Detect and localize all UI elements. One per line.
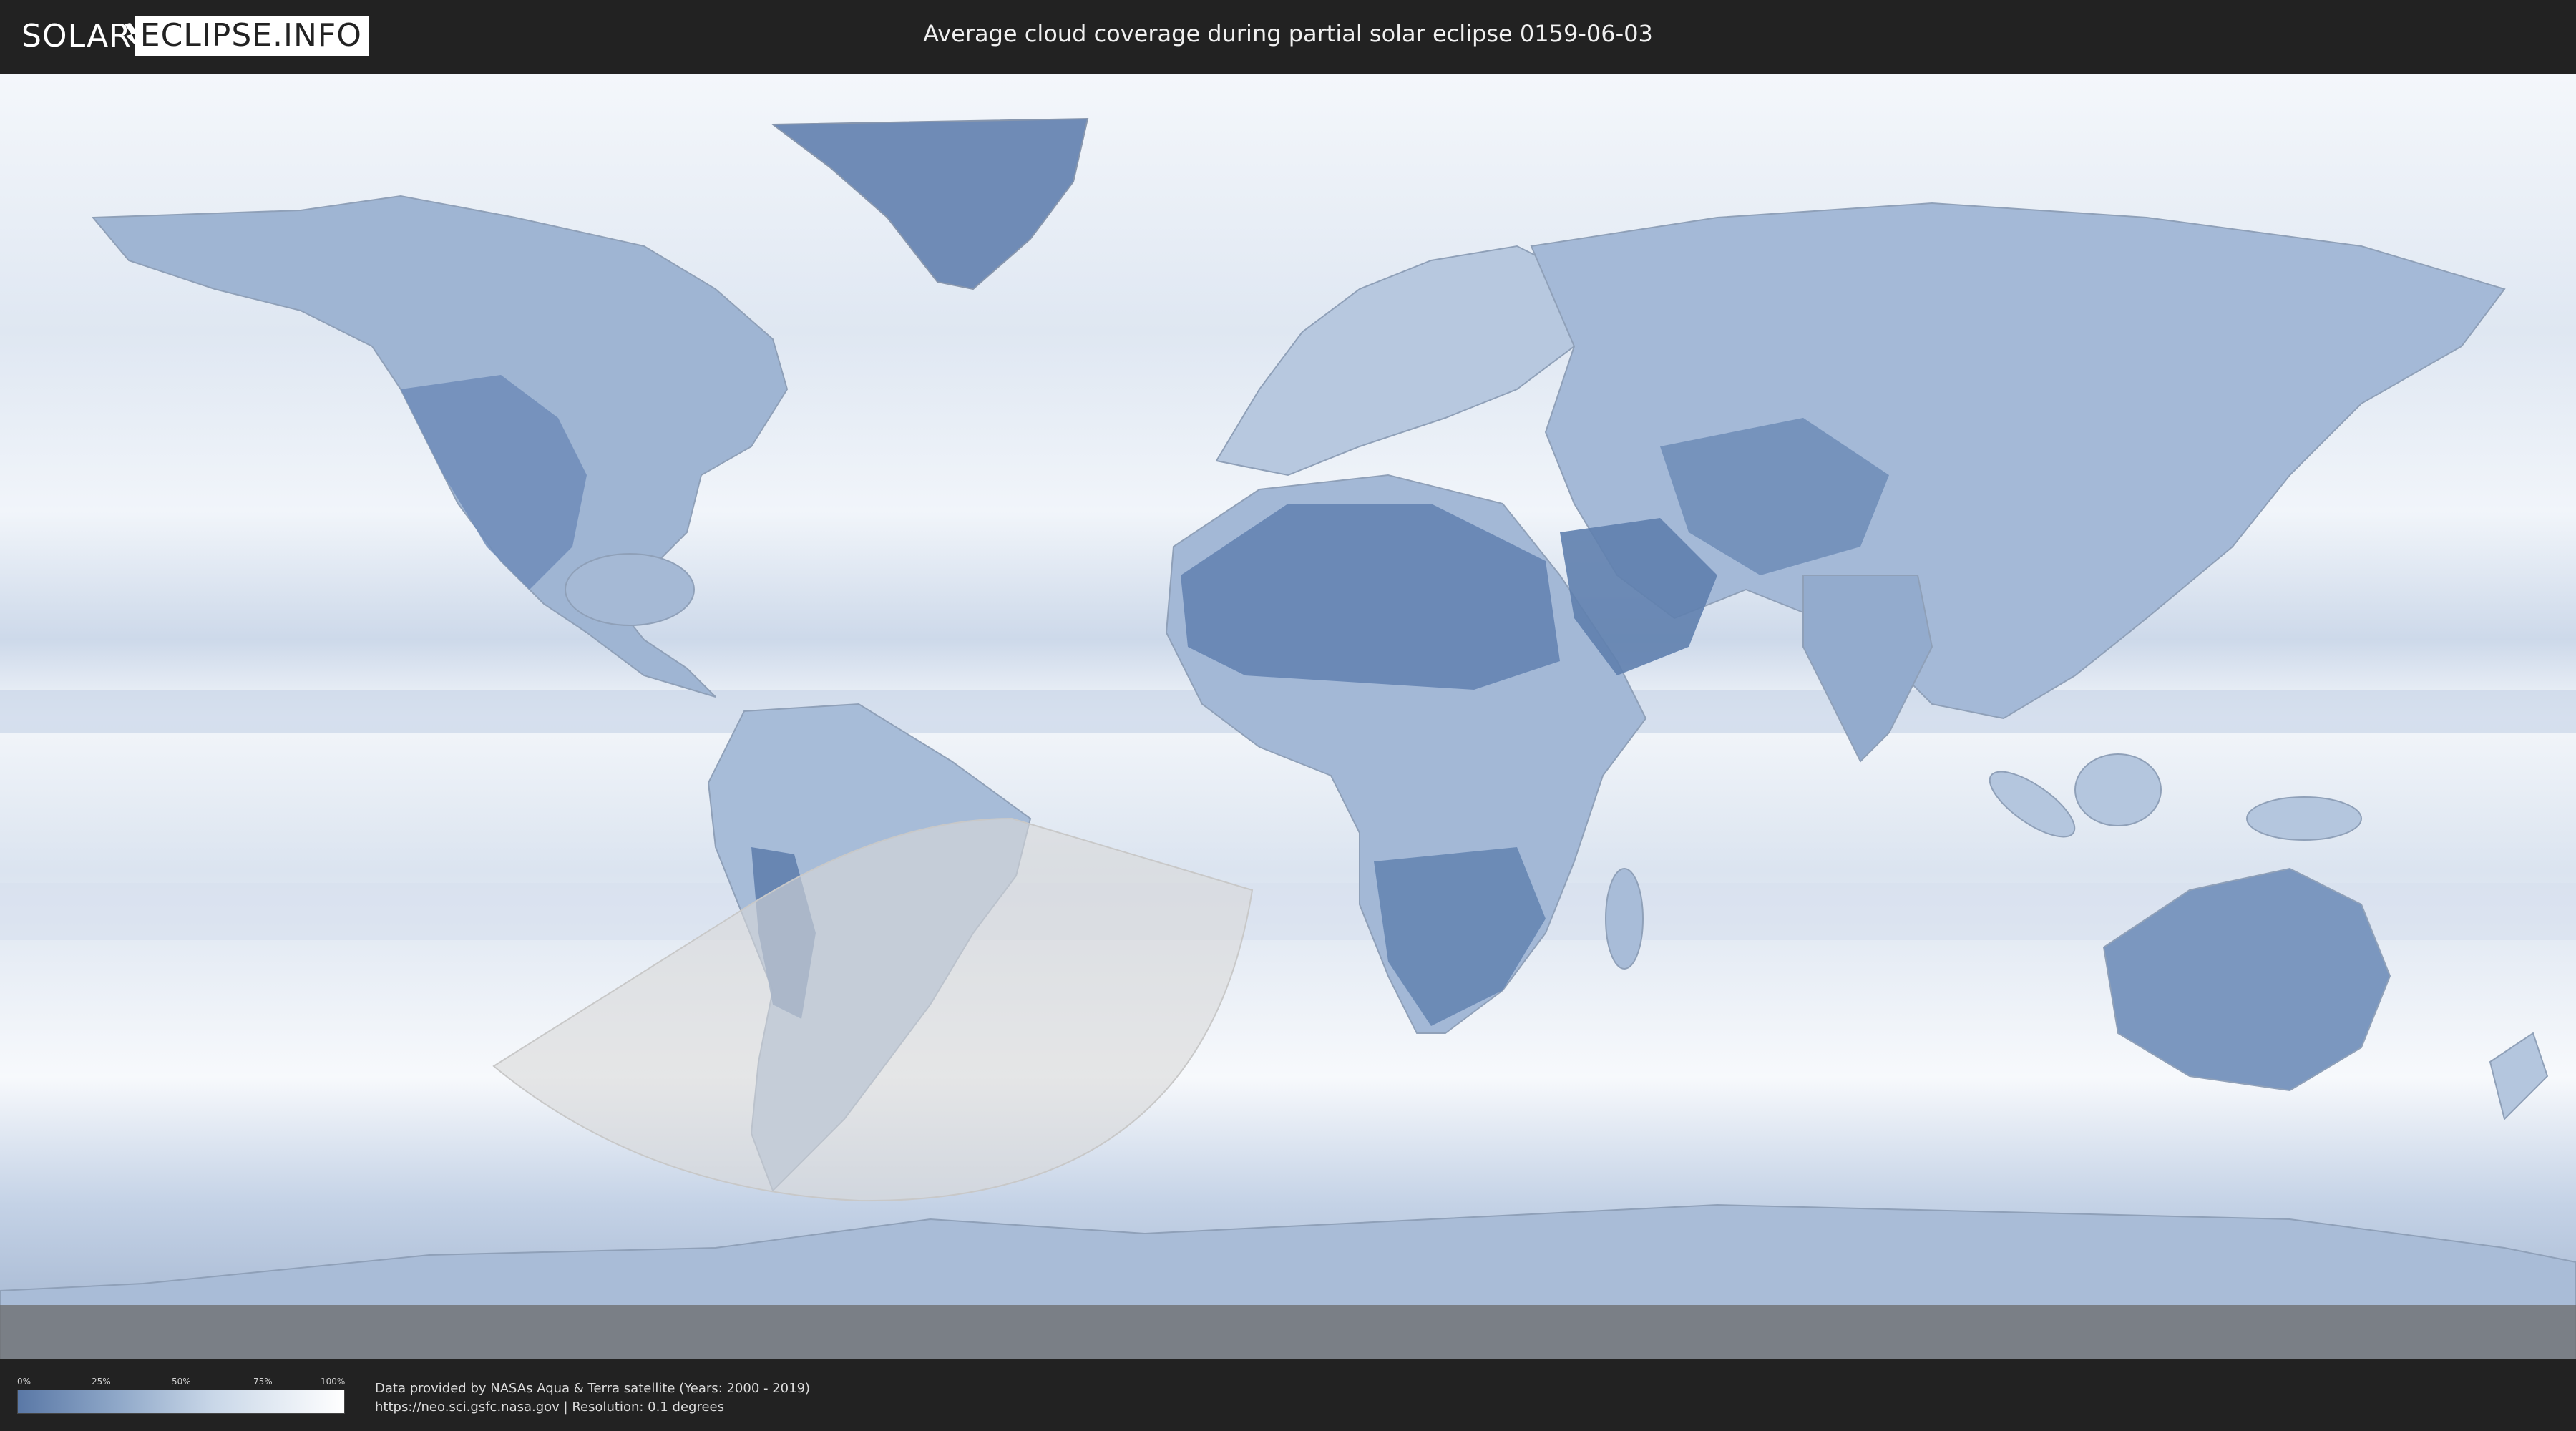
header-bar: SOLAR ECLIPSE.INFO Average cloud coverag…: [0, 0, 2576, 72]
legend-tick-75: 75%: [253, 1377, 273, 1387]
new-guinea: [2246, 796, 2362, 841]
legend-tick-0: 0%: [17, 1377, 31, 1387]
legend-tick-100: 100%: [321, 1377, 346, 1387]
legend-tick-50: 50%: [172, 1377, 191, 1387]
world-map-svg: [0, 74, 2576, 1359]
legend-color-bar: [17, 1390, 345, 1414]
page-title: Average cloud coverage during partial so…: [923, 20, 1653, 47]
gulf-of-mexico: [565, 553, 695, 626]
legend-tick-25: 25%: [92, 1377, 111, 1387]
polar-dark-strip: [0, 1305, 2576, 1359]
borneo: [2074, 753, 2162, 826]
credits-line-url[interactable]: https://neo.sci.gsfc.nasa.gov | Resoluti…: [375, 1398, 810, 1417]
legend-ticks: 0% 25% 50% 75% 100%: [17, 1377, 346, 1388]
credits-line-source: Data provided by NASAs Aqua & Terra sate…: [375, 1381, 811, 1396]
cloud-coverage-map[interactable]: [0, 74, 2576, 1359]
data-credits: Data provided by NASAs Aqua & Terra sate…: [375, 1379, 810, 1417]
cloud-coverage-legend: 0% 25% 50% 75% 100%: [17, 1377, 346, 1414]
madagascar: [1605, 868, 1644, 970]
